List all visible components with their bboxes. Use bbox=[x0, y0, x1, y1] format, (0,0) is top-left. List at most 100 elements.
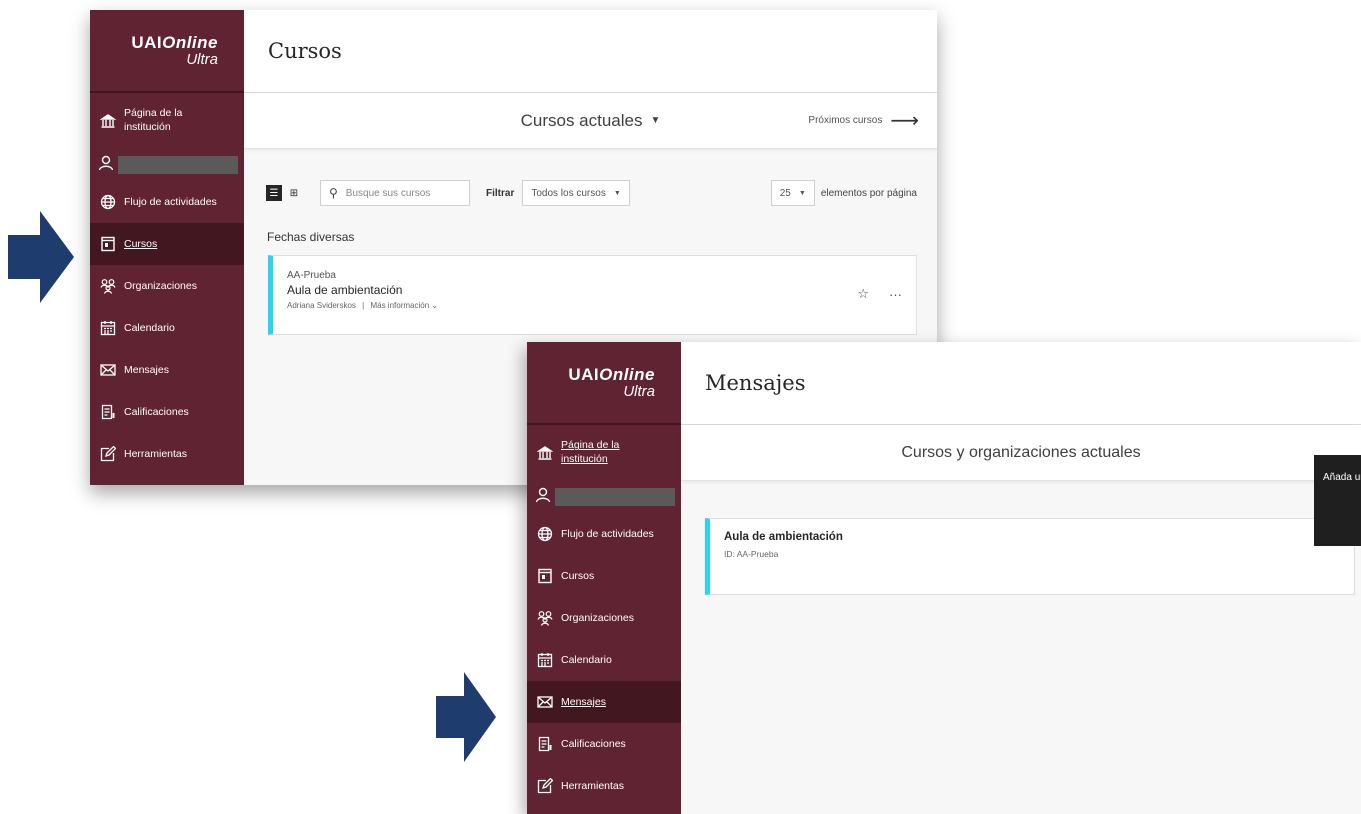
grades-icon bbox=[100, 404, 116, 420]
course-search-input[interactable]: ⚲ Busque sus cursos bbox=[320, 180, 470, 206]
brand-logo[interactable]: UAIOnline Ultra bbox=[90, 10, 244, 93]
brand-name: UAIOnline bbox=[131, 33, 218, 53]
brand-prefix: UAI bbox=[568, 365, 600, 384]
sidebar-item-label: Calificaciones bbox=[561, 738, 626, 750]
sidebar-item-institution[interactable]: Página de la institución bbox=[90, 93, 244, 149]
sidebar-item-label: Flujo de actividades bbox=[124, 196, 217, 208]
user-icon bbox=[98, 155, 114, 176]
sidebar-item-label: Calendario bbox=[561, 654, 612, 666]
institution-label: Página de la institución bbox=[124, 107, 182, 134]
course-id: AA-Prueba bbox=[287, 270, 336, 281]
page-header: Mensajes bbox=[681, 342, 1361, 425]
search-placeholder: Busque sus cursos bbox=[345, 187, 431, 199]
course-group-heading: Fechas diversas bbox=[267, 230, 355, 244]
sidebar-item-organizations[interactable]: Organizaciones bbox=[90, 265, 244, 307]
add-message-tooltip: Añada un nuevo mensaje. bbox=[1314, 455, 1361, 546]
course-instructor: Adriana Sviderskos bbox=[287, 301, 356, 310]
mail-icon bbox=[100, 362, 116, 378]
mensajes-window: UAIOnline Ultra Página de la institución bbox=[527, 342, 1361, 814]
per-page-control: 25 ▼ elementos por página bbox=[770, 180, 917, 206]
screenshot-stage: UAIOnline Ultra Página de la institución bbox=[0, 0, 1361, 814]
grid-view-button[interactable]: ⊞ bbox=[286, 185, 302, 201]
grades-icon bbox=[537, 736, 553, 752]
per-page-select[interactable]: 25 ▼ bbox=[770, 180, 815, 206]
sidebar-item-label: Flujo de actividades bbox=[561, 528, 654, 540]
more-options-icon[interactable]: ··· bbox=[889, 287, 902, 302]
course-icon bbox=[100, 236, 116, 252]
institution-label-line1: Página de la bbox=[124, 107, 183, 120]
sidebar-user[interactable] bbox=[527, 481, 681, 513]
page-title: Mensajes bbox=[705, 371, 806, 395]
page-title: Cursos bbox=[268, 39, 342, 63]
course-actions: ☆ ··· bbox=[837, 286, 902, 302]
filter-select[interactable]: Todos los cursos ▼ bbox=[522, 180, 630, 206]
course-name[interactable]: Aula de ambientación bbox=[287, 283, 916, 297]
institution-label-line1: Página de la bbox=[561, 439, 620, 452]
sidebar-item-label: Mensajes bbox=[124, 364, 169, 376]
institution-label-line2: institución bbox=[561, 453, 608, 465]
next-courses-link[interactable]: Próximos cursos ⟶ bbox=[808, 93, 919, 148]
sidebar: UAIOnline Ultra Página de la institución bbox=[527, 342, 681, 814]
user-name-redacted bbox=[555, 488, 675, 506]
message-course-card[interactable]: Aula de ambientación ID: AA-Prueba bbox=[705, 518, 1355, 595]
sidebar-item-organizations[interactable]: Organizaciones bbox=[527, 597, 681, 639]
globe-icon bbox=[100, 194, 116, 210]
course-id: ID: AA-Prueba bbox=[724, 549, 779, 559]
term-selector[interactable]: Cursos actuales ▼ bbox=[521, 111, 661, 131]
sidebar-item-calendar[interactable]: Calendario bbox=[527, 639, 681, 681]
sidebar-item-messages[interactable]: Mensajes bbox=[90, 349, 244, 391]
sidebar-item-label: Calendario bbox=[124, 322, 175, 334]
sidebar-item-grades[interactable]: Calificaciones bbox=[90, 391, 244, 433]
sidebar-user[interactable] bbox=[90, 149, 244, 181]
sidebar-item-activity-stream[interactable]: Flujo de actividades bbox=[90, 181, 244, 223]
meta-separator: | bbox=[362, 301, 365, 310]
list-icon: ☰ bbox=[269, 187, 279, 199]
arrow-right-icon: ⟶ bbox=[890, 110, 919, 132]
sidebar-item-messages[interactable]: Mensajes bbox=[527, 681, 681, 723]
term-heading-label: Cursos y organizaciones actuales bbox=[901, 443, 1141, 461]
sidebar-item-tools[interactable]: Herramientas bbox=[527, 765, 681, 807]
page-header: Cursos bbox=[244, 10, 937, 93]
sidebar-item-courses[interactable]: Cursos bbox=[527, 555, 681, 597]
caret-down-icon: ▼ bbox=[650, 115, 661, 126]
organizations-icon bbox=[537, 610, 553, 626]
sidebar-item-label: Calificaciones bbox=[124, 406, 189, 418]
brand-suffix: Online bbox=[599, 365, 655, 384]
sidebar-item-label: Organizaciones bbox=[124, 280, 197, 292]
user-name-redacted bbox=[118, 156, 238, 174]
course-name: Aula de ambientación bbox=[724, 531, 843, 543]
main-content: Mensajes Cursos y organizaciones actuale… bbox=[681, 342, 1361, 814]
globe-icon bbox=[537, 526, 553, 542]
sidebar-item-activity-stream[interactable]: Flujo de actividades bbox=[527, 513, 681, 555]
per-page-value: 25 bbox=[779, 187, 791, 199]
sidebar-item-label: Mensajes bbox=[561, 696, 606, 708]
more-info-link[interactable]: Más información bbox=[370, 301, 429, 310]
sidebar-item-calendar[interactable]: Calendario bbox=[90, 307, 244, 349]
course-toolbar: ☰ ⊞ ⚲ Busque sus cursos Filtrar Todos lo… bbox=[266, 180, 917, 206]
term-heading: Cursos y organizaciones actuales bbox=[901, 444, 1140, 462]
sidebar-item-label: Cursos bbox=[124, 238, 158, 250]
brand-tagline: Ultra bbox=[186, 51, 218, 68]
institution-label: Página de la institución bbox=[561, 439, 619, 466]
term-bar: Cursos y organizaciones actuales bbox=[681, 425, 1361, 481]
sidebar-item-institution[interactable]: Página de la institución bbox=[527, 425, 681, 481]
sidebar-item-courses[interactable]: Cursos bbox=[90, 223, 244, 265]
tooltip-text: Añada un nuevo mensaje. bbox=[1323, 472, 1361, 483]
user-icon bbox=[535, 487, 551, 508]
sidebar-item-tools[interactable]: Herramientas bbox=[90, 433, 244, 475]
brand-tagline: Ultra bbox=[623, 383, 655, 400]
course-card[interactable]: AA-Prueba Aula de ambientación Adriana S… bbox=[268, 255, 917, 335]
filter-label: Filtrar bbox=[486, 187, 515, 199]
list-view-button[interactable]: ☰ bbox=[266, 185, 282, 201]
tools-icon bbox=[537, 778, 553, 794]
brand-name: UAIOnline bbox=[568, 365, 655, 385]
star-icon[interactable]: ☆ bbox=[857, 286, 869, 302]
caret-down-icon: ▼ bbox=[613, 189, 621, 197]
sidebar-item-label: Herramientas bbox=[124, 448, 188, 460]
sidebar-item-grades[interactable]: Calificaciones bbox=[527, 723, 681, 765]
term-bar: Cursos actuales ▼ Próximos cursos ⟶ bbox=[244, 93, 937, 149]
institution-label-line2: institución bbox=[124, 121, 171, 133]
term-selector-label: Cursos actuales bbox=[520, 110, 643, 130]
brand-logo[interactable]: UAIOnline Ultra bbox=[527, 342, 681, 425]
institution-icon bbox=[537, 445, 553, 461]
